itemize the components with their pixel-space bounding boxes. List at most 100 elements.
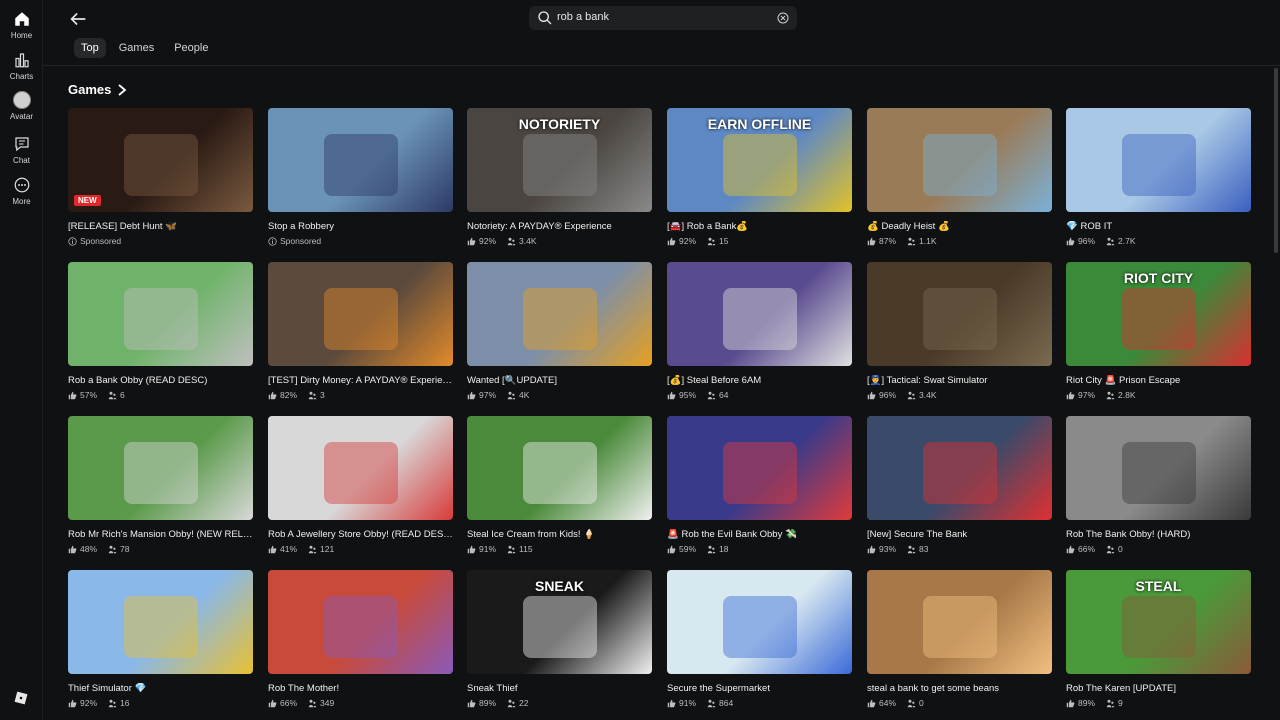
game-card[interactable]: NEW [RELEASE] Debt Hunt 🦋 Sponsored bbox=[68, 108, 253, 258]
sidebar-item-chat[interactable]: Chat bbox=[0, 135, 43, 165]
game-thumbnail[interactable] bbox=[667, 262, 852, 366]
sidebar-item-more[interactable]: More bbox=[0, 176, 43, 206]
game-thumbnail[interactable] bbox=[268, 570, 453, 674]
tab-people[interactable]: People bbox=[167, 38, 215, 58]
game-card[interactable]: NOTORIETY Notoriety: A PAYDAY® Experience… bbox=[467, 108, 652, 258]
sidebar-item-home[interactable]: Home bbox=[0, 10, 43, 40]
game-thumbnail[interactable] bbox=[268, 108, 453, 212]
game-card[interactable]: [TEST] Dirty Money: A PAYDAY® Experience… bbox=[268, 262, 453, 412]
game-title[interactable]: [🚘] Rob a Bank💰 bbox=[667, 221, 852, 232]
game-title[interactable]: [New] Secure The Bank bbox=[867, 529, 1052, 540]
info-icon[interactable] bbox=[68, 236, 77, 246]
sidebar-item-avatar[interactable]: Avatar bbox=[0, 91, 43, 121]
more-icon bbox=[14, 177, 29, 193]
game-thumbnail[interactable]: NOTORIETY bbox=[467, 108, 652, 212]
game-thumbnail[interactable] bbox=[467, 262, 652, 366]
clear-search-icon[interactable] bbox=[777, 12, 789, 24]
game-title[interactable]: Riot City 🚨 Prison Escape bbox=[1066, 375, 1251, 386]
game-thumbnail[interactable] bbox=[68, 262, 253, 366]
game-title[interactable]: Stop a Robbery bbox=[268, 221, 453, 232]
game-thumbnail[interactable] bbox=[268, 416, 453, 520]
game-thumbnail[interactable] bbox=[867, 416, 1052, 520]
game-card[interactable]: RIOT CITY Riot City 🚨 Prison Escape 97% 2.8… bbox=[1066, 262, 1251, 412]
game-title[interactable]: steal a bank to get some beans bbox=[867, 683, 1052, 694]
search-input[interactable]: rob a bank bbox=[529, 6, 797, 30]
game-thumbnail[interactable]: NEW bbox=[68, 108, 253, 212]
game-thumbnail[interactable] bbox=[268, 262, 453, 366]
game-card[interactable]: Steal Ice Cream from Kids! 🍦 91% 115 bbox=[467, 416, 652, 566]
game-title[interactable]: Rob Mr Rich's Mansion Obby! (NEW RELEASE… bbox=[68, 529, 253, 540]
game-thumbnail[interactable] bbox=[867, 262, 1052, 366]
game-thumbnail[interactable]: EARN OFFLINE bbox=[667, 108, 852, 212]
game-card[interactable]: Rob a Bank Obby (READ DESC) 57% 6 bbox=[68, 262, 253, 412]
game-card[interactable]: Wanted [🔍UPDATE] 97% 4K bbox=[467, 262, 652, 412]
tab-top[interactable]: Top bbox=[74, 38, 106, 58]
game-card[interactable]: Rob The Bank Obby! (HARD) 66% 0 bbox=[1066, 416, 1251, 566]
game-title[interactable]: Rob The Mother! bbox=[268, 683, 453, 694]
player-count: 0 bbox=[919, 698, 924, 708]
game-card[interactable]: [👮] Tactical: Swat Simulator 96% 3.4K bbox=[867, 262, 1052, 412]
game-card[interactable]: [New] Secure The Bank 93% 83 bbox=[867, 416, 1052, 566]
game-title[interactable]: Rob The Karen [UPDATE] bbox=[1066, 683, 1251, 694]
game-thumbnail[interactable]: RIOT CITY bbox=[1066, 262, 1251, 366]
avatar-icon bbox=[12, 91, 31, 109]
game-card[interactable]: Secure the Supermarket 91% 864 bbox=[667, 570, 852, 720]
game-title[interactable]: [RELEASE] Debt Hunt 🦋 bbox=[68, 221, 253, 232]
game-title[interactable]: Rob a Bank Obby (READ DESC) bbox=[68, 375, 253, 386]
game-card[interactable]: Rob The Mother! 66% 349 bbox=[268, 570, 453, 720]
game-card[interactable]: Thief Simulator 💎 92% 16 bbox=[68, 570, 253, 720]
rating-value: 66% bbox=[280, 698, 298, 708]
game-card[interactable]: EARN OFFLINE [🚘] Rob a Bank💰 92% 15 bbox=[667, 108, 852, 258]
game-card[interactable]: STEAL Rob The Karen [UPDATE] 89% 9 bbox=[1066, 570, 1251, 720]
game-thumbnail[interactable] bbox=[1066, 416, 1251, 520]
game-thumbnail[interactable] bbox=[867, 570, 1052, 674]
game-stats: 59% 18 bbox=[667, 544, 728, 554]
players-icon bbox=[1106, 237, 1115, 246]
tab-games[interactable]: Games bbox=[112, 38, 161, 58]
game-thumbnail[interactable] bbox=[867, 108, 1052, 212]
game-thumbnail[interactable] bbox=[667, 570, 852, 674]
game-title[interactable]: Secure the Supermarket bbox=[667, 683, 852, 694]
game-title[interactable]: 💎 ROB IT bbox=[1066, 221, 1251, 232]
game-card[interactable]: 💰 Deadly Heist 💰 87% 1.1K bbox=[867, 108, 1052, 258]
game-title[interactable]: Rob A Jewellery Store Obby! (READ DESC) bbox=[268, 529, 453, 540]
game-thumbnail[interactable] bbox=[68, 570, 253, 674]
rating-value: 93% bbox=[879, 544, 897, 554]
info-icon[interactable] bbox=[268, 236, 277, 246]
back-arrow-icon[interactable] bbox=[67, 8, 89, 30]
scrollbar[interactable] bbox=[1274, 68, 1278, 253]
game-title[interactable]: 💰 Deadly Heist 💰 bbox=[867, 221, 1052, 232]
game-thumbnail[interactable] bbox=[68, 416, 253, 520]
game-title[interactable]: Wanted [🔍UPDATE] bbox=[467, 375, 652, 386]
game-thumbnail[interactable]: STEAL bbox=[1066, 570, 1251, 674]
game-card[interactable]: steal a bank to get some beans 64% 0 bbox=[867, 570, 1052, 720]
game-title[interactable]: [TEST] Dirty Money: A PAYDAY® Experience bbox=[268, 375, 453, 386]
game-title[interactable]: [👮] Tactical: Swat Simulator bbox=[867, 375, 1052, 386]
game-title[interactable]: [💰] Steal Before 6AM bbox=[667, 375, 852, 386]
roblox-logo-icon[interactable] bbox=[14, 691, 28, 705]
game-card[interactable]: Rob Mr Rich's Mansion Obby! (NEW RELEASE… bbox=[68, 416, 253, 566]
player-count: 15 bbox=[719, 236, 729, 246]
game-title[interactable]: Rob The Bank Obby! (HARD) bbox=[1066, 529, 1251, 540]
player-count: 16 bbox=[120, 698, 130, 708]
players-icon bbox=[707, 391, 716, 400]
game-card[interactable]: 🚨 Rob the Evil Bank Obby 💸 59% 18 bbox=[667, 416, 852, 566]
game-title[interactable]: Notoriety: A PAYDAY® Experience bbox=[467, 221, 652, 232]
game-title[interactable]: 🚨 Rob the Evil Bank Obby 💸 bbox=[667, 529, 852, 540]
game-thumbnail[interactable]: SNEAK bbox=[467, 570, 652, 674]
game-stats: 96% 2.7K bbox=[1066, 236, 1136, 246]
game-title[interactable]: Sneak Thief bbox=[467, 683, 652, 694]
game-card[interactable]: SNEAK Sneak Thief 89% 22 bbox=[467, 570, 652, 720]
game-thumbnail[interactable] bbox=[667, 416, 852, 520]
game-card[interactable]: 💎 ROB IT 96% 2.7K bbox=[1066, 108, 1251, 258]
game-title[interactable]: Steal Ice Cream from Kids! 🍦 bbox=[467, 529, 652, 540]
game-title[interactable]: Thief Simulator 💎 bbox=[68, 683, 253, 694]
game-card[interactable]: Rob A Jewellery Store Obby! (READ DESC) 4… bbox=[268, 416, 453, 566]
game-card[interactable]: [💰] Steal Before 6AM 95% 64 bbox=[667, 262, 852, 412]
players-icon bbox=[308, 699, 317, 708]
games-section-header[interactable]: Games bbox=[68, 82, 127, 97]
game-thumbnail[interactable] bbox=[467, 416, 652, 520]
game-card[interactable]: Stop a Robbery Sponsored bbox=[268, 108, 453, 258]
sidebar-item-charts[interactable]: Charts bbox=[0, 51, 43, 81]
game-thumbnail[interactable] bbox=[1066, 108, 1251, 212]
